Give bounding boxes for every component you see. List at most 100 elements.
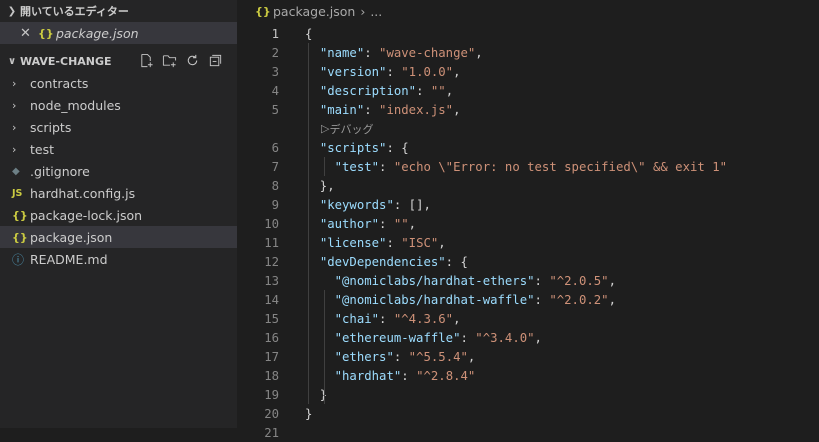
tree-file-readme[interactable]: ⓘ README.md (0, 248, 237, 270)
code-line[interactable]: 12 "devDependencies": { (237, 252, 819, 271)
chevron-right-icon: › (12, 142, 17, 156)
code-token: "^2.0.5" (549, 273, 609, 288)
tree-folder-test[interactable]: › test (0, 138, 237, 160)
indent-guide (324, 157, 325, 176)
line-number: 13 (264, 273, 279, 288)
code-token: "test" (334, 159, 380, 174)
code-token: "index.js" (379, 102, 454, 117)
tree-item-label: .gitignore (30, 163, 90, 179)
line-number: 1 (271, 26, 279, 41)
code-token: : (393, 349, 409, 364)
code-token: , (445, 83, 454, 98)
tree-folder-contracts[interactable]: › contracts (0, 72, 237, 94)
breadcrumb: {} package.json › ... (237, 0, 819, 22)
tree-item-label: hardhat.config.js (30, 185, 136, 201)
code-token: : (379, 311, 394, 326)
code-token: "ethers" (334, 349, 394, 364)
code-token: : (386, 235, 402, 250)
close-icon[interactable]: ✕ (20, 26, 38, 41)
tree-item-label: test (30, 141, 55, 157)
code-token: : (364, 102, 380, 117)
code-token: , (453, 64, 461, 79)
open-editor-label: package.json (56, 25, 139, 41)
chevron-right-icon: › (12, 76, 17, 90)
line-number: 12 (264, 254, 279, 269)
line-number: 10 (264, 216, 279, 231)
code-token: : { (445, 254, 468, 269)
line-number: 6 (271, 140, 279, 155)
code-line[interactable]: 5 "main": "index.js", (237, 100, 819, 119)
code-token: "echo \"Error: no test specified\" && ex… (393, 159, 728, 174)
tree-folder-scripts[interactable]: › scripts (0, 116, 237, 138)
code-token: "wave-change" (379, 45, 476, 60)
code-line[interactable]: 2 "name": "wave-change", (237, 43, 819, 62)
code-token: "ISC" (401, 235, 439, 250)
open-editor-item[interactable]: ✕ {} package.json (0, 22, 237, 44)
code-token: : (364, 45, 380, 60)
code-token: "^3.4.0" (475, 330, 535, 345)
code-token: "ethereum-waffle" (334, 330, 461, 345)
code-token: } (305, 406, 313, 421)
line-number: 15 (264, 311, 279, 326)
code-token: , (453, 311, 461, 326)
indent-guide (308, 43, 309, 404)
code-line[interactable]: 20} (237, 404, 819, 423)
code-token: "@nomiclabs/hardhat-ethers" (334, 273, 535, 288)
code-line[interactable]: 4 "description": "", (237, 81, 819, 100)
code-token: , (467, 349, 476, 364)
refresh-icon[interactable] (185, 53, 200, 68)
code-token: : { (386, 140, 409, 155)
code-line[interactable]: 10 "author": "", (237, 214, 819, 233)
code-token: "" (430, 83, 446, 98)
new-folder-icon[interactable] (162, 53, 177, 68)
code-line[interactable]: 11 "license": "ISC", (237, 233, 819, 252)
new-file-icon[interactable] (139, 53, 154, 68)
code-token: , (534, 330, 542, 345)
code-line[interactable]: 1{ (237, 24, 819, 43)
project-title: WAVE-CHANGE (20, 54, 112, 68)
breadcrumb-file[interactable]: package.json (273, 4, 355, 19)
explorer-actions (139, 53, 223, 68)
line-number: 18 (264, 368, 279, 383)
code-area[interactable]: 1{2 "name": "wave-change", 3 "version": "… (237, 24, 819, 442)
json-file-icon: {} (38, 26, 54, 40)
code-token: , (608, 273, 616, 288)
code-line[interactable]: 6 "scripts": { (237, 138, 819, 157)
code-token: "1.0.0" (401, 64, 454, 79)
code-token: "^4.3.6" (393, 311, 454, 326)
open-editors-title: 開いているエディター (20, 5, 129, 18)
code-token: "hardhat" (334, 368, 402, 383)
code-token: "devDependencies" (319, 254, 446, 269)
code-token: }, (305, 178, 335, 193)
code-line[interactable]: 8 }, (237, 176, 819, 195)
code-line[interactable]: 3 "version": "1.0.0", (237, 62, 819, 81)
code-line[interactable]: 13 "@nomiclabs/hardhat-ethers": "^2.0.5"… (237, 271, 819, 290)
collapse-all-icon[interactable] (208, 53, 223, 68)
code-token: : (534, 292, 550, 307)
line-number: 5 (271, 102, 279, 117)
line-number: 20 (264, 406, 279, 421)
chevron-right-icon: › (360, 3, 366, 19)
code-line[interactable]: 9 "keywords": [], (237, 195, 819, 214)
project-header[interactable]: ∨ WAVE-CHANGE (0, 50, 237, 72)
debug-codelens[interactable]: ▷ デバッグ (237, 119, 819, 138)
code-editor[interactable]: {} package.json › ... 1{2 "name": "wave-… (237, 0, 819, 440)
breadcrumb-more[interactable]: ... (370, 4, 382, 19)
chevron-down-icon: ∨ (7, 55, 17, 67)
code-line[interactable]: 21 (237, 423, 819, 442)
codelens-label: デバッグ (329, 122, 374, 136)
tree-file-gitignore[interactable]: ◆ .gitignore (0, 160, 237, 182)
open-editors-header[interactable]: ❯ 開いているエディター (0, 0, 237, 22)
tree-item-label: README.md (30, 251, 108, 267)
tree-folder-node-modules[interactable]: › node_modules (0, 94, 237, 116)
code-token: "chai" (334, 311, 380, 326)
tree-file-package-json[interactable]: {} package.json (0, 226, 237, 248)
tree-file-package-lock[interactable]: {} package-lock.json (0, 204, 237, 226)
code-token: "^5.5.4" (408, 349, 468, 364)
tree-file-hardhat-config[interactable]: JS hardhat.config.js (0, 182, 237, 204)
line-number: 16 (264, 330, 279, 345)
